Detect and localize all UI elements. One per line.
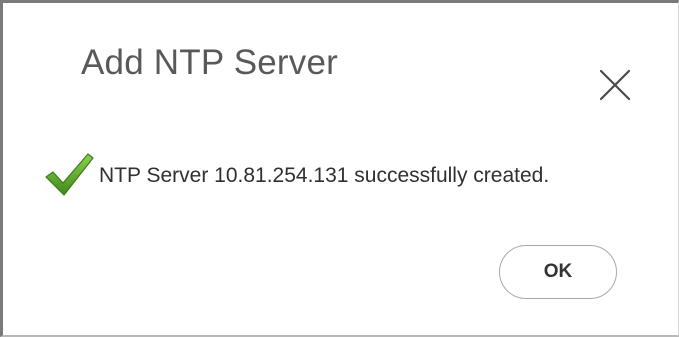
- add-ntp-server-dialog: Add NTP Server NTP Server 10.81.254.131 …: [0, 0, 679, 337]
- dialog-title: Add NTP Server: [81, 43, 338, 82]
- close-icon[interactable]: [595, 65, 635, 105]
- success-message: NTP Server 10.81.254.131 successfully cr…: [43, 149, 549, 199]
- ok-button[interactable]: OK: [499, 245, 617, 299]
- message-text: NTP Server 10.81.254.131 successfully cr…: [99, 164, 550, 187]
- checkmark-icon: [43, 150, 95, 198]
